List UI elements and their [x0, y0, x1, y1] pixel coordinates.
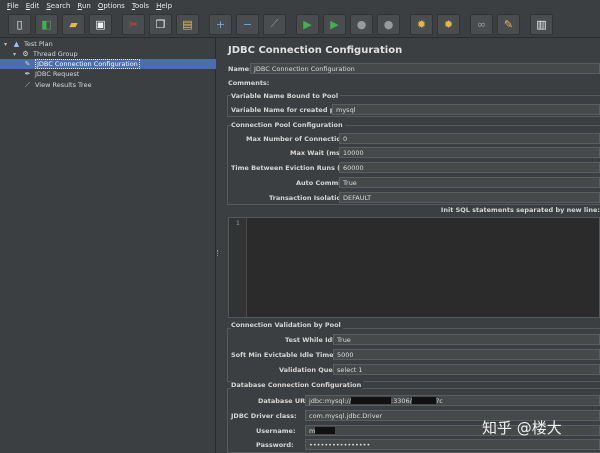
start-no-pauses-button[interactable]: ▶: [323, 13, 346, 35]
validation-section-title: Connection Validation by Pool: [231, 321, 343, 329]
sampler-pen-icon: ✒: [24, 70, 31, 78]
redaction-bar: [411, 397, 436, 404]
isolation-label: Transaction Isolation:: [269, 194, 349, 202]
username-label: Username:: [256, 427, 296, 435]
toggle-button[interactable]: ⟋: [263, 13, 286, 35]
open-button[interactable]: ▰: [62, 13, 85, 35]
db-url-field[interactable]: jdbc:mysql:// :3306/ ?c: [305, 395, 600, 406]
soft-min-field[interactable]: 5000: [333, 349, 600, 360]
save-icon: ▣: [95, 17, 106, 31]
templates-icon: ◧: [41, 17, 52, 31]
cut-icon: ✂: [128, 17, 139, 31]
menu-help[interactable]: Help: [156, 2, 172, 10]
autocommit-select[interactable]: True: [339, 177, 600, 188]
name-label: Name:: [228, 65, 252, 73]
menu-tools[interactable]: Tools: [132, 2, 149, 10]
clear-icon: ✹: [416, 17, 427, 31]
eviction-field[interactable]: 60000: [339, 162, 600, 173]
test-plan-icon: ▲: [13, 40, 20, 48]
toggle-icon: ⟋: [270, 17, 279, 30]
save-button[interactable]: ▣: [89, 13, 112, 35]
expand-button[interactable]: +: [209, 13, 232, 35]
page-title: JDBC Connection Configuration: [228, 45, 403, 56]
max-wait-label: Max Wait (ms):: [290, 149, 346, 157]
max-conn-label: Max Number of Connections:: [246, 135, 352, 143]
driver-label: JDBC Driver class:: [231, 412, 297, 420]
clear-all-button[interactable]: ✹: [437, 13, 460, 35]
expand-icon: +: [215, 17, 226, 31]
pool-var-field[interactable]: mysql: [332, 104, 600, 115]
function-helper-button[interactable]: ▥: [530, 13, 553, 35]
menu-options[interactable]: Options: [98, 2, 125, 10]
validation-query-field[interactable]: select 1: [333, 364, 600, 375]
start-button[interactable]: ▶: [296, 13, 319, 35]
init-sql-heading: Init SQL statements separated by new lin…: [440, 206, 600, 214]
panel-splitter[interactable]: [216, 38, 220, 453]
max-wait-field[interactable]: 10000: [339, 147, 600, 158]
shutdown-button[interactable]: ●: [377, 13, 400, 35]
name-field[interactable]: JDBC Connection Configuration: [250, 63, 600, 74]
clear-button[interactable]: ✹: [410, 13, 433, 35]
reset-search-button[interactable]: ✎: [497, 13, 520, 35]
init-sql-editor[interactable]: 1: [228, 217, 600, 318]
eviction-label: Time Between Eviction Runs (ms):: [231, 164, 357, 172]
menu-bar: File Edit Search Run Options Tools Help: [0, 0, 600, 11]
menu-search[interactable]: Search: [46, 2, 70, 10]
watermark-text: 知乎 @楼大: [482, 419, 562, 437]
password-field[interactable]: ••••••••••••••••: [305, 439, 600, 450]
password-label: Password:: [256, 441, 294, 449]
templates-button[interactable]: ◧: [35, 13, 58, 35]
start-no-pauses-icon: ▶: [330, 17, 339, 31]
collapse-toggle-icon[interactable]: ▾: [4, 41, 11, 48]
db-url-label: Database URL:: [258, 397, 312, 405]
test-idle-select[interactable]: True: [333, 334, 600, 345]
menu-run[interactable]: Run: [77, 2, 90, 10]
cut-button[interactable]: ✂: [122, 13, 145, 35]
stop-button[interactable]: ●: [350, 13, 373, 35]
line-number-gutter: 1: [229, 218, 247, 317]
tree-node-jdbc-connection-configuration[interactable]: ✎ JDBC Connection Configuration: [0, 59, 216, 69]
conn-pool-section-title: Connection Pool Configuration: [231, 121, 345, 129]
collapse-button[interactable]: −: [236, 13, 259, 35]
redaction-bar: [315, 427, 336, 434]
menu-file[interactable]: File: [7, 2, 19, 10]
collapse-toggle-icon[interactable]: ▾: [13, 51, 20, 58]
new-icon: ▯: [16, 17, 23, 31]
listener-icon: ⟋: [25, 80, 30, 89]
copy-button[interactable]: ❐: [149, 13, 172, 35]
pool-section-title: Variable Name Bound to Pool: [231, 92, 341, 100]
tree-node-thread-group[interactable]: ▾ ⚙ Thread Group: [13, 49, 78, 59]
tree-node-jdbc-request[interactable]: ✒ JDBC Request: [23, 69, 80, 79]
search-button[interactable]: ∞: [470, 13, 493, 35]
function-helper-icon: ▥: [536, 17, 547, 31]
copy-icon: ❐: [155, 17, 166, 31]
config-panel: JDBC Connection Configuration Name: JDBC…: [221, 38, 600, 453]
shutdown-icon: ●: [383, 17, 394, 31]
redaction-bar: [350, 397, 391, 404]
pool-var-label: Variable Name for created pool:: [231, 106, 349, 114]
collapse-icon: −: [242, 17, 253, 31]
max-conn-field[interactable]: 0: [339, 133, 600, 144]
test-plan-tree: ▾ ▲ Test Plan ▾ ⚙ Thread Group ✎ JDBC Co…: [0, 38, 216, 453]
search-binoculars-icon: ∞: [476, 17, 487, 31]
clear-all-icon: ✹: [443, 17, 454, 31]
db-section-title: Database Connection Configuration: [231, 381, 364, 389]
comments-label: Comments:: [228, 79, 270, 87]
gear-icon: ⚙: [22, 50, 29, 58]
config-wrench-icon: ✎: [24, 60, 31, 68]
stop-icon: ●: [356, 17, 367, 31]
menu-edit[interactable]: Edit: [26, 2, 40, 10]
tree-node-view-results-tree[interactable]: ⟋ View Results Tree: [23, 80, 92, 90]
start-icon: ▶: [303, 17, 312, 31]
paste-button[interactable]: ▤: [176, 13, 199, 35]
new-button[interactable]: ▯: [8, 13, 31, 35]
paste-icon: ▤: [182, 17, 193, 31]
tree-node-test-plan[interactable]: ▾ ▲ Test Plan: [4, 39, 53, 49]
open-icon: ▰: [69, 17, 78, 31]
toolbar: ▯ ◧ ▰ ▣ ✂ ❐ ▤ + − ⟋ ▶ ▶ ● ● ✹ ✹ ∞ ✎ ▥: [0, 11, 600, 38]
reset-search-icon: ✎: [503, 17, 514, 31]
isolation-select[interactable]: DEFAULT: [339, 192, 600, 203]
